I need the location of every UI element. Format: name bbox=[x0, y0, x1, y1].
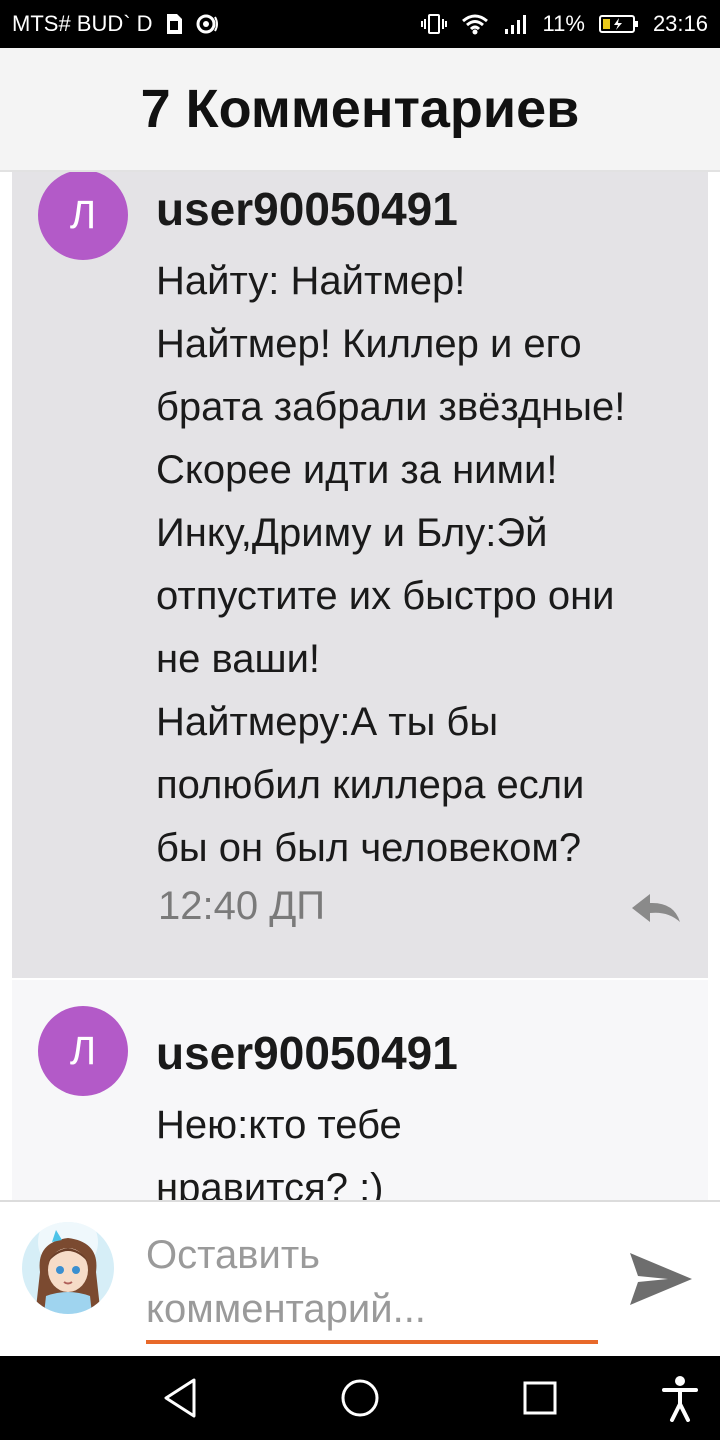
send-icon bbox=[630, 1253, 692, 1305]
clock: 23:16 bbox=[652, 11, 708, 36]
comment-username[interactable]: user90050491 bbox=[156, 1026, 458, 1080]
system-nav-bar bbox=[0, 1356, 720, 1440]
battery-percent: 11% bbox=[542, 11, 585, 36]
avatar[interactable]: Л bbox=[38, 1006, 128, 1096]
comment-text: Найту: Найтмер! Найтмер! Киллер и его бр… bbox=[156, 259, 626, 870]
avatar[interactable]: Л bbox=[38, 172, 128, 260]
back-button[interactable] bbox=[152, 1372, 208, 1424]
home-circle-icon bbox=[341, 1379, 379, 1417]
nfc-icon bbox=[195, 13, 221, 35]
wifi-icon bbox=[461, 13, 489, 35]
accessibility-icon bbox=[662, 1376, 698, 1422]
my-avatar[interactable] bbox=[22, 1222, 114, 1314]
status-bar: MTS# BUD` D 11% 23:16 bbox=[0, 0, 720, 48]
recents-square-icon bbox=[523, 1381, 557, 1415]
back-triangle-icon bbox=[164, 1378, 196, 1418]
comment-text: Нею:кто тебе нравится? :) bbox=[156, 1103, 402, 1200]
comments-list[interactable]: Л user90050491 Найту: Найтмер! Найтмер! … bbox=[0, 172, 720, 1200]
comment-time: 12:40 ДП bbox=[158, 884, 326, 928]
comments-header: 7 Комментариев bbox=[0, 48, 720, 172]
home-button[interactable] bbox=[332, 1372, 388, 1424]
accessibility-button[interactable] bbox=[652, 1372, 708, 1424]
recents-button[interactable] bbox=[512, 1372, 568, 1424]
vibrate-icon bbox=[420, 13, 447, 35]
sim-card-icon bbox=[165, 13, 183, 35]
battery-charging-icon bbox=[598, 13, 639, 35]
page-title: 7 Комментариев bbox=[140, 79, 580, 139]
comment-item[interactable]: Л user90050491 Нею:кто тебе нравится? :) bbox=[12, 980, 708, 1200]
signal-icon bbox=[503, 13, 529, 35]
carrier-label: MTS# BUD` D bbox=[12, 11, 153, 36]
reply-icon[interactable] bbox=[630, 892, 682, 926]
comment-input[interactable] bbox=[146, 1228, 598, 1344]
send-button[interactable] bbox=[624, 1246, 698, 1312]
comment-username[interactable]: user90050491 bbox=[156, 182, 458, 236]
comment-compose-bar bbox=[0, 1200, 720, 1356]
comment-item[interactable]: Л user90050491 Найту: Найтмер! Найтмер! … bbox=[12, 172, 708, 978]
